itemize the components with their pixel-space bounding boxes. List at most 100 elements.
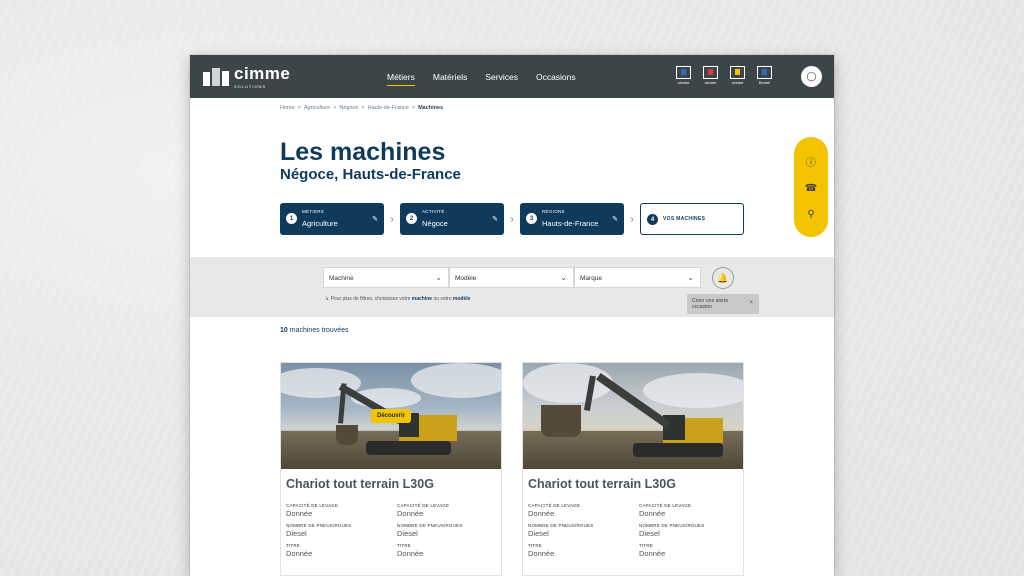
brand-logo-2[interactable]: cimme — [701, 66, 720, 86]
select-marque-value: Marque — [580, 275, 603, 282]
step-number: 2 — [406, 213, 417, 224]
step-activite[interactable]: 2 ACTIVITÉ Négoce ✎ — [400, 203, 504, 235]
spec-key: CAPACITÉ DE LEVAGE — [286, 503, 339, 508]
spec-value: Diesel — [286, 529, 307, 538]
pencil-icon[interactable]: ✎ — [492, 215, 498, 223]
step-value: VOS MACHINES — [663, 216, 706, 222]
step-wizard: 1 MÉTIERS Agriculture ✎ › 2 ACTIVITÉ Nég… — [280, 203, 744, 235]
user-icon[interactable]: ◯ — [801, 66, 822, 87]
hint-or: ou votre — [433, 296, 452, 302]
page-subtitle: Négoce, Hauts-de-France — [280, 166, 461, 183]
pencil-icon[interactable]: ✎ — [372, 215, 378, 223]
step-vos-machines[interactable]: 4 VOS MACHINES — [640, 203, 744, 235]
step-value: Agriculture — [302, 219, 338, 228]
logo[interactable]: cimme SOLUTIONS — [203, 64, 291, 89]
hint-arrow-icon: ↳ — [325, 296, 330, 302]
bell-icon[interactable]: 🔔 — [712, 267, 734, 289]
results-label: machines trouvées — [289, 327, 349, 334]
brand-logo-4[interactable]: Bomel — [755, 66, 774, 86]
spec-value: Diesel — [639, 529, 660, 538]
spec-value: Donnée — [639, 549, 666, 558]
spec-key: CAPACITÉ DE LEVAGE — [397, 503, 450, 508]
spec-value: Donnée — [397, 549, 424, 558]
step-label: ACTIVITÉ — [422, 209, 445, 214]
spec-value: Donnée — [286, 549, 313, 558]
machine-specs: CAPACITÉ DE LEVAGE Donnée CAPACITÉ DE LEV… — [286, 503, 498, 558]
help-icon[interactable]: ⓘ — [806, 154, 816, 169]
alert-tooltip-text: Créer une alerte occasion — [692, 298, 729, 310]
brand-logo-3[interactable]: cimme — [728, 66, 747, 86]
breadcrumb-sep-icon: > — [411, 105, 416, 111]
hint-model-link[interactable]: modèle — [453, 296, 471, 302]
nav-materiels[interactable]: Matériels — [433, 72, 467, 86]
results-number: 10 — [280, 327, 288, 334]
select-marque[interactable]: Marque ⌄ — [574, 267, 701, 288]
spec-value: Diesel — [528, 529, 549, 538]
machine-card[interactable]: Découvrir Chariot tout terrain L30G CAPA… — [280, 362, 502, 576]
spec-key: NOMBRE DE PNEUS/ROUES — [528, 523, 594, 528]
step-label: MÉTIERS — [302, 209, 325, 214]
breadcrumb-region[interactable]: Hauts-de-France — [368, 105, 409, 111]
select-machine[interactable]: Machine ⌄ — [323, 267, 449, 288]
pencil-icon[interactable]: ✎ — [612, 215, 618, 223]
step-number: 3 — [526, 213, 537, 224]
brand-name-3: cimme — [731, 80, 744, 85]
step-regions[interactable]: 3 RÉGIONS Hauts-de-France ✎ — [520, 203, 624, 235]
breadcrumb-sep-icon: > — [297, 105, 301, 111]
breadcrumb-current: Machines — [418, 105, 444, 111]
breadcrumb-negoce[interactable]: Négoce — [339, 105, 358, 111]
machine-photo — [523, 363, 743, 469]
filter-band: Machine ⌄ Modèle ⌄ Marque ⌄ 🔔 ↳ Pour plu… — [190, 257, 834, 317]
breadcrumb-sep-icon: > — [333, 105, 337, 111]
chevron-right-icon: › — [630, 213, 634, 225]
step-metiers[interactable]: 1 MÉTIERS Agriculture ✎ — [280, 203, 384, 235]
location-pin-icon[interactable]: ⚲ — [807, 209, 814, 220]
brand-name-2: cimme — [704, 80, 717, 85]
machine-name[interactable]: Chariot tout terrain L30G — [528, 477, 676, 491]
machine-specs: CAPACITÉ DE LEVAGE Donnée CAPACITÉ DE LEV… — [528, 503, 740, 558]
chevron-down-icon: ⌄ — [560, 273, 567, 282]
step-value: Hauts-de-France — [542, 219, 599, 228]
logo-word: cimme — [234, 64, 291, 83]
brand-logo-1[interactable]: cimme — [674, 66, 693, 86]
nav-metiers[interactable]: Métiers — [387, 72, 415, 86]
spec-key: TITRE — [528, 543, 542, 548]
breadcrumb-sep-icon: > — [361, 105, 365, 111]
browser-page: cimme SOLUTIONS Métiers Matériels Servic… — [190, 55, 834, 576]
logo-sub: SOLUTIONS — [234, 84, 267, 89]
spec-key: NOMBRE DE PNEUS/ROUES — [286, 523, 352, 528]
spec-key: NOMBRE DE PNEUS/ROUES — [397, 523, 463, 528]
results-count: 10 machines trouvées — [280, 327, 349, 334]
select-modele-value: Modèle — [455, 275, 477, 282]
nav-services[interactable]: Services — [485, 72, 518, 86]
spec-value: Donnée — [286, 509, 313, 518]
spec-value: Donnée — [639, 509, 666, 518]
hint-machine-link[interactable]: machine — [412, 296, 432, 302]
spec-key: TITRE — [639, 543, 653, 548]
step-number: 4 — [647, 214, 658, 225]
decouvrir-button[interactable]: Découvrir — [371, 409, 412, 423]
nav-occasions[interactable]: Occasions — [536, 72, 576, 86]
phone-icon[interactable]: ☎ — [805, 183, 817, 194]
spec-key: CAPACITÉ DE LEVAGE — [639, 503, 692, 508]
close-icon[interactable]: × — [749, 300, 753, 306]
spec-key: TITRE — [286, 543, 300, 548]
machine-card[interactable]: Chariot tout terrain L30G CAPACITÉ DE LE… — [522, 362, 744, 576]
breadcrumb-home[interactable]: Home — [280, 105, 295, 111]
spec-value: Donnée — [528, 509, 555, 518]
alert-tooltip: Créer une alerte occasion × — [687, 294, 759, 314]
chevron-down-icon: ⌄ — [687, 273, 694, 282]
logo-mark-icon — [203, 67, 229, 88]
brand-name-1: cimme — [677, 80, 690, 85]
spec-value: Donnée — [528, 549, 555, 558]
spec-key: TITRE — [397, 543, 411, 548]
breadcrumb-agriculture[interactable]: Agriculture — [304, 105, 330, 111]
step-value: Négoce — [422, 219, 448, 228]
step-label: RÉGIONS — [542, 209, 565, 214]
top-header: cimme SOLUTIONS Métiers Matériels Servic… — [190, 55, 834, 98]
select-modele[interactable]: Modèle ⌄ — [449, 267, 574, 288]
machine-name[interactable]: Chariot tout terrain L30G — [286, 477, 434, 491]
chevron-down-icon: ⌄ — [435, 273, 442, 282]
machine-photo: Découvrir — [281, 363, 501, 469]
step-number: 1 — [286, 213, 297, 224]
